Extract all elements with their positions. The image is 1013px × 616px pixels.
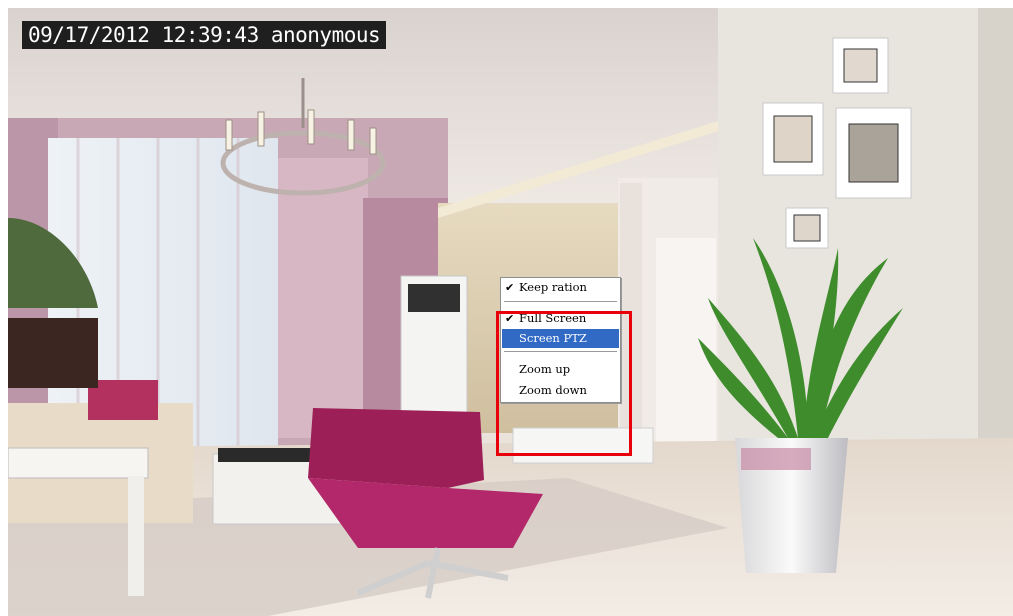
menu-item-zoom-up[interactable]: Zoom up [502,360,619,379]
menu-item-screen-ptz[interactable]: Screen PTZ [502,329,619,348]
check-icon: ✔ [505,312,515,325]
check-icon: ✔ [505,281,515,294]
menu-separator [504,351,617,353]
timestamp-osd: 09/17/2012 12:39:43 anonymous [22,21,387,49]
menu-item-label: Full Screen [519,311,587,325]
menu-item-zoom-down[interactable]: Zoom down [502,381,619,400]
menu-item-full-screen[interactable]: ✔ Full Screen [502,309,619,328]
menu-item-keep-ratio[interactable]: ✔ Keep ration [502,278,619,297]
menu-item-label: Screen PTZ [519,331,587,345]
menu-item-label: Zoom down [519,383,587,397]
menu-separator [504,301,617,303]
menu-item-label: Keep ration [519,280,587,294]
menu-item-label: Zoom up [519,362,571,376]
video-context-menu: ✔ Keep ration ✔ Full Screen Screen PTZ Z… [500,277,621,403]
